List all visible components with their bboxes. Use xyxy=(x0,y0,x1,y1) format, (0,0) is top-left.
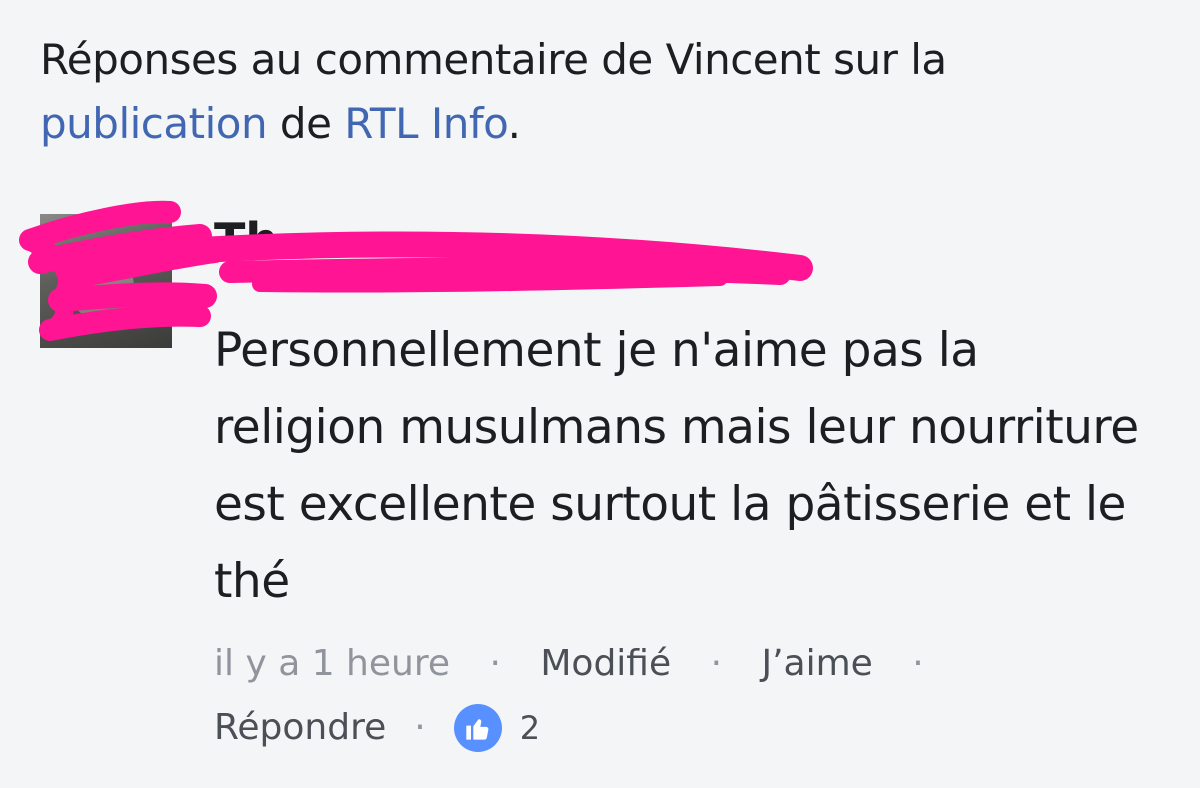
separator-dot: · xyxy=(489,643,501,684)
avatar[interactable] xyxy=(40,214,172,348)
comment-timestamp[interactable]: il y a 1 heure xyxy=(214,643,450,684)
reply-action[interactable]: Répondre xyxy=(214,700,386,756)
comment-author[interactable]: Th xyxy=(214,210,278,270)
thread-header: Réponses au commentaire de Vincent sur l… xyxy=(40,28,1160,156)
author-name-visible: Th xyxy=(214,213,279,267)
comment-actions: Répondre · 2 xyxy=(214,700,540,756)
comment-meta: il y a 1 heure · Modifié · J’aime · xyxy=(214,636,952,692)
separator-dot: · xyxy=(414,707,426,748)
header-prefix: Réponses au commentaire de Vincent sur l… xyxy=(40,35,947,84)
page-link[interactable]: RTL Info xyxy=(344,99,508,148)
separator-dot: · xyxy=(710,643,723,684)
like-count[interactable]: 2 xyxy=(520,700,540,756)
comment-text: Personnellement je n'aime pas la religio… xyxy=(214,323,1139,609)
header-suffix: . xyxy=(507,99,521,148)
publication-link[interactable]: publication xyxy=(40,99,268,148)
thumbs-up-icon[interactable] xyxy=(453,704,502,752)
edited-link[interactable]: Modifié xyxy=(540,643,671,684)
header-connector: de xyxy=(279,99,332,148)
separator-dot: · xyxy=(912,643,924,684)
like-action[interactable]: J’aime xyxy=(761,643,872,684)
